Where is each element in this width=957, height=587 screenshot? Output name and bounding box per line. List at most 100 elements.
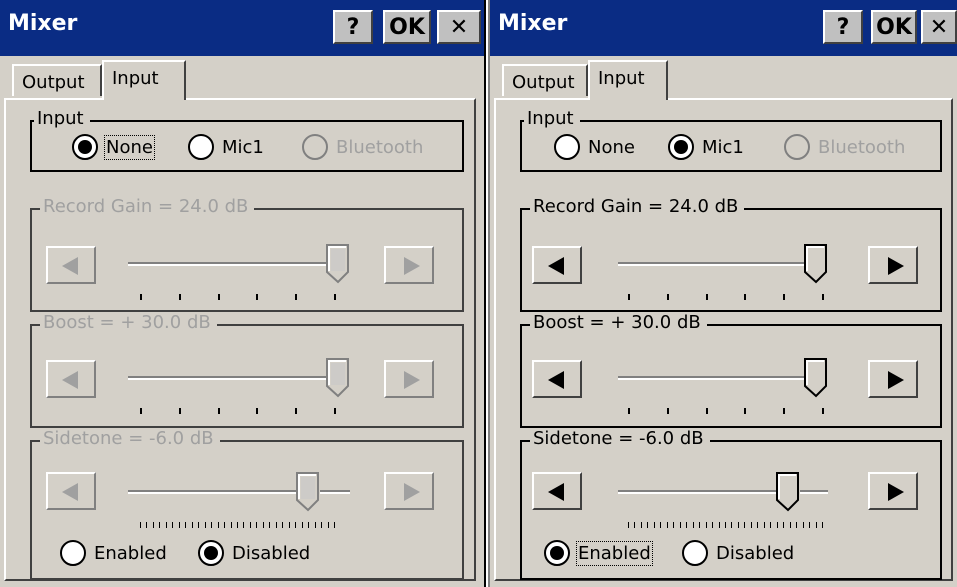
boost-ticks	[140, 408, 336, 414]
left-arrow-icon	[548, 483, 564, 501]
slider-tick	[334, 294, 336, 300]
radio-sidetone-disabled-label: Disabled	[716, 542, 795, 564]
help-button[interactable]: ?	[333, 10, 373, 44]
boost-decrease-button[interactable]	[532, 360, 582, 398]
radio-sidetone-disabled[interactable]: Disabled	[682, 540, 794, 566]
slider-tick	[243, 522, 244, 528]
slider-tick	[628, 408, 630, 414]
slider-tick	[334, 408, 336, 414]
sidetone-decrease-button[interactable]	[532, 472, 582, 510]
radio-mic1[interactable]: Mic1	[188, 134, 264, 160]
title-bar: Mixer ? OK ✕	[0, 0, 484, 56]
slider-tick	[660, 522, 661, 528]
slider-tick	[686, 522, 687, 528]
radio-none[interactable]: None	[72, 134, 155, 160]
record-gain-group: Record Gain = 24.0 dB	[30, 196, 464, 312]
close-button[interactable]: ✕	[437, 10, 481, 44]
slider-tick	[295, 408, 297, 414]
sidetone-thumb	[296, 472, 320, 512]
tab-input[interactable]: Input	[588, 60, 668, 100]
radio-mic1-indicator	[188, 134, 214, 160]
left-arrow-icon	[62, 257, 78, 275]
slider-tick	[744, 294, 746, 300]
slider-tick	[641, 522, 642, 528]
record-gain-track	[128, 262, 350, 266]
sidetone-increase-button[interactable]	[868, 472, 918, 510]
record-gain-increase-button	[384, 246, 434, 284]
slider-tick	[654, 522, 655, 528]
ok-button[interactable]: OK	[383, 10, 431, 44]
window-title: Mixer	[498, 11, 568, 36]
record-gain-decrease-button[interactable]	[532, 246, 582, 284]
slider-tick	[634, 522, 635, 528]
record-gain-ticks	[140, 294, 336, 300]
slider-tick	[224, 522, 225, 528]
slider-tick	[764, 522, 765, 528]
radio-mic1-indicator	[668, 134, 694, 160]
slider-tick	[706, 408, 708, 414]
radio-none[interactable]: None	[554, 134, 635, 160]
record-gain-increase-button[interactable]	[868, 246, 918, 284]
radio-sidetone-enabled-indicator	[544, 540, 570, 566]
slider-tick	[237, 522, 238, 528]
record-gain-ticks	[628, 294, 824, 300]
slider-tick	[783, 294, 785, 300]
slider-tick	[803, 522, 804, 528]
slider-tick	[725, 522, 726, 528]
record-gain-thumb[interactable]	[804, 244, 828, 284]
boost-track	[128, 376, 350, 380]
slider-tick	[628, 294, 630, 300]
radio-bluetooth: Bluetooth	[784, 134, 905, 160]
right-arrow-icon	[404, 483, 420, 501]
slider-tick	[179, 522, 180, 528]
input-group: Input None Mic1 Bluetooth	[30, 108, 464, 172]
radio-none-indicator	[72, 134, 98, 160]
sidetone-group: Sidetone = -6.0 dB Enabled Disabled	[30, 428, 464, 580]
slider-tick	[744, 522, 745, 528]
tab-page-input: Input None Mic1 Bluetooth Record Gain = …	[4, 98, 476, 581]
slider-tick	[146, 522, 147, 528]
radio-sidetone-disabled-label: Disabled	[232, 542, 311, 564]
close-button[interactable]: ✕	[921, 10, 957, 44]
boost-increase-button[interactable]	[868, 360, 918, 398]
boost-track	[618, 376, 828, 380]
radio-mic1[interactable]: Mic1	[668, 134, 744, 160]
boost-decrease-button	[46, 360, 96, 398]
slider-tick	[647, 522, 648, 528]
window-title: Mixer	[8, 11, 78, 36]
right-arrow-icon	[888, 483, 904, 501]
tab-output[interactable]: Output	[12, 64, 102, 96]
radio-sidetone-disabled-indicator	[682, 540, 708, 566]
radio-sidetone-disabled[interactable]: Disabled	[198, 540, 310, 566]
slider-tick	[256, 294, 258, 300]
slider-tick	[140, 408, 142, 414]
boost-group: Boost = + 30.0 dB	[520, 312, 942, 428]
slider-tick	[140, 294, 142, 300]
radio-sidetone-enabled[interactable]: Enabled	[544, 540, 653, 566]
sidetone-label: Sidetone = -6.0 dB	[40, 428, 220, 449]
slider-tick	[185, 522, 186, 528]
radio-bluetooth-label: Bluetooth	[336, 136, 424, 158]
slider-tick	[231, 522, 232, 528]
slider-tick	[256, 522, 257, 528]
slider-tick	[822, 408, 824, 414]
slider-tick	[777, 522, 778, 528]
help-button[interactable]: ?	[823, 10, 863, 44]
tab-output[interactable]: Output	[502, 64, 588, 96]
ok-button[interactable]: OK	[871, 10, 917, 44]
radio-sidetone-enabled-label: Enabled	[94, 542, 167, 564]
slider-tick	[822, 522, 823, 528]
slider-tick	[816, 522, 817, 528]
mixer-window-right: Mixer ? OK ✕ Output Input Input None Mic…	[490, 0, 957, 587]
left-arrow-icon	[62, 483, 78, 501]
slider-tick	[628, 522, 629, 528]
tab-input[interactable]: Input	[102, 60, 186, 100]
tab-page-input: Input None Mic1 Bluetooth Record Gain = …	[494, 98, 953, 581]
slider-tick	[822, 294, 824, 300]
slider-tick	[738, 522, 739, 528]
radio-sidetone-enabled[interactable]: Enabled	[60, 540, 167, 566]
boost-group: Boost = + 30.0 dB	[30, 312, 464, 428]
sidetone-thumb[interactable]	[776, 472, 800, 512]
slider-tick	[140, 522, 141, 528]
boost-thumb[interactable]	[804, 358, 828, 398]
